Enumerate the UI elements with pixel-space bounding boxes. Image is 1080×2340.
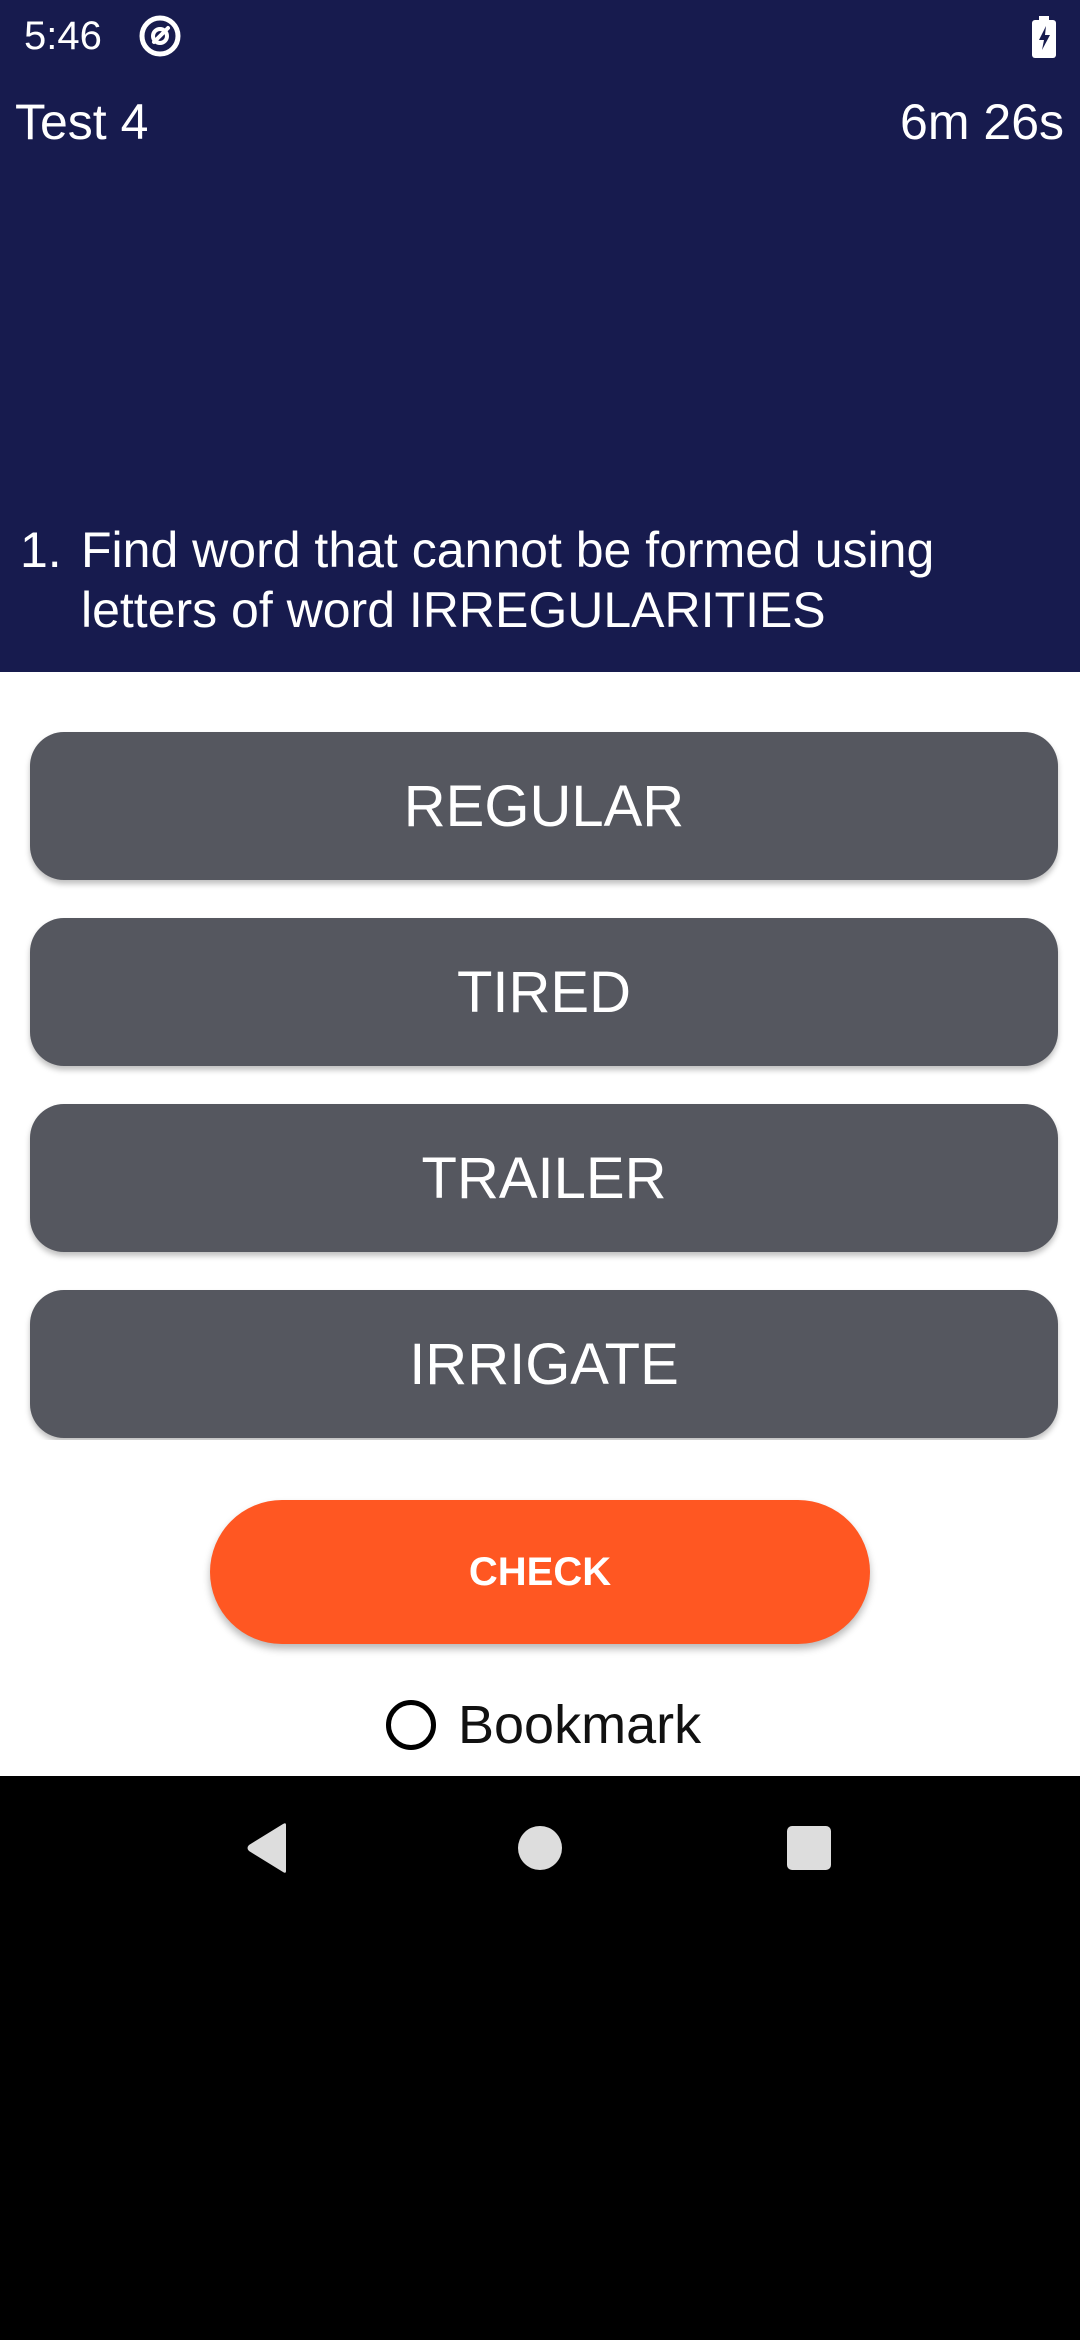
question: 1. Find word that cannot be formed using…: [20, 520, 1060, 640]
bookmark-toggle[interactable]: Bookmark: [386, 1690, 701, 1760]
question-number: 1.: [20, 522, 62, 578]
status-bar: 5:46: [0, 0, 1080, 72]
bookmark-radio[interactable]: [386, 1700, 436, 1750]
check-button[interactable]: CHECK: [210, 1500, 870, 1644]
timer: 6m 26s: [900, 94, 1064, 150]
content-area: REGULAR TIRED TRAILER IRRIGATE CHECK Boo…: [0, 672, 1080, 1776]
option-button-trailer[interactable]: TRAILER: [30, 1104, 1058, 1252]
battery-charging-icon: [1032, 16, 1056, 58]
back-triangle-icon[interactable]: [244, 1822, 290, 1874]
bookmark-label: Bookmark: [458, 1695, 702, 1755]
at-sign-circle-icon: [139, 15, 181, 57]
test-title: Test 4: [15, 94, 149, 150]
header: 5:46 Test 4 6m 26s 1. Find word that can…: [0, 0, 1080, 672]
options-list: REGULAR TIRED TRAILER IRRIGATE: [0, 672, 1080, 1440]
navigation-bar: [0, 1776, 1080, 1920]
option-button-tired[interactable]: TIRED: [30, 918, 1058, 1066]
status-time: 5:46: [24, 14, 102, 58]
option-button-irrigate[interactable]: IRRIGATE: [30, 1290, 1058, 1438]
recents-square-icon[interactable]: [787, 1826, 831, 1870]
option-button-regular[interactable]: REGULAR: [30, 732, 1058, 880]
home-circle-icon[interactable]: [518, 1826, 562, 1870]
question-text: Find word that cannot be formed using le…: [81, 522, 935, 638]
